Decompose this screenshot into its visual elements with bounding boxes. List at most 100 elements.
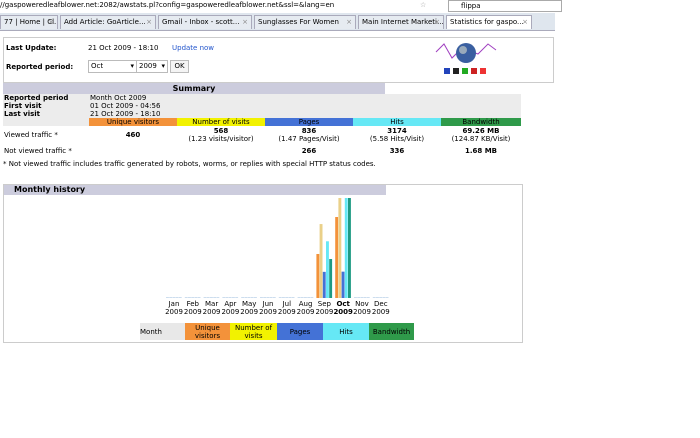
month-name: Oct (336, 300, 350, 308)
bar-bandwidth-dec (385, 297, 389, 298)
bar-unique-mar (203, 297, 207, 298)
month-label: Sep 2009 (314, 300, 334, 316)
month-year: 2009 (183, 308, 202, 316)
month-label: Jun 2009 (258, 300, 278, 316)
bar-unique-may (241, 297, 245, 298)
bar-unique-jun (260, 297, 263, 298)
bar-bandwidth-mar (216, 297, 220, 298)
month-label: Jul 2009 (277, 300, 297, 316)
bar-pages-jan (172, 297, 176, 298)
month-year: 2009 (165, 308, 183, 316)
bar-hits-dec (382, 297, 386, 298)
legend-item: Month (140, 323, 185, 340)
month-name: Feb (186, 300, 199, 308)
month-name: May (241, 300, 257, 308)
bar-visits-may (244, 297, 248, 298)
legend-item: Bandwidth (369, 323, 414, 340)
bar-hits-oct (344, 198, 348, 298)
bar-pages-may (247, 297, 251, 298)
month-year: 2009 (277, 308, 296, 316)
bar-hits-aug (307, 297, 311, 298)
bar-unique-oct (335, 217, 339, 298)
bar-unique-jul (278, 297, 282, 298)
bar-pages-jun (266, 297, 270, 298)
bar-visits-jan (169, 297, 173, 298)
month-label: Feb 2009 (183, 300, 203, 316)
month-year: 2009 (259, 308, 277, 316)
bar-hits-may (250, 297, 254, 298)
bar-visits-mar (206, 297, 210, 298)
month-label: Mar 2009 (202, 300, 222, 316)
bar-hits-apr (232, 297, 235, 298)
bar-pages-feb (191, 297, 195, 298)
bar-unique-sep (316, 253, 320, 298)
bar-unique-apr (222, 297, 226, 298)
month-year: 2009 (353, 308, 371, 316)
bar-bandwidth-jul (291, 297, 295, 298)
bar-unique-jan (166, 297, 169, 298)
bar-bandwidth-sep (329, 259, 333, 298)
month-year: 2009 (221, 308, 240, 316)
bar-bandwidth-jan (178, 297, 182, 298)
month-name: Jun (262, 300, 274, 308)
bar-unique-aug (297, 297, 301, 298)
bar-visits-oct (338, 198, 342, 298)
bar-unique-feb (184, 297, 188, 298)
bar-pages-aug (304, 297, 307, 298)
legend-item: Unique visitors (185, 323, 230, 340)
month-label: Oct 2009 (333, 300, 353, 316)
bar-unique-nov (354, 297, 357, 298)
bar-hits-jun (269, 297, 273, 298)
bar-hits-mar (213, 297, 217, 298)
month-name: Sep (317, 300, 331, 308)
bar-pages-dec (379, 297, 383, 298)
bar-bandwidth-feb (197, 297, 201, 298)
bar-hits-nov (363, 297, 367, 298)
month-name: Jan (168, 300, 180, 308)
bar-pages-jul (285, 297, 289, 298)
bar-visits-nov (357, 297, 361, 298)
bar-visits-aug (300, 297, 304, 298)
bar-visits-feb (188, 297, 191, 298)
month-year: 2009 (333, 308, 353, 316)
bar-visits-apr (225, 297, 229, 298)
bar-bandwidth-jun (272, 297, 276, 298)
bar-pages-apr (228, 297, 232, 298)
legend-item: Hits (323, 323, 369, 340)
month-name: Apr (224, 300, 237, 308)
month-name: Dec (374, 300, 388, 308)
bar-bandwidth-aug (310, 297, 314, 298)
month-year: 2009 (296, 308, 315, 316)
bar-hits-sep (326, 241, 329, 298)
bar-pages-sep (322, 271, 326, 298)
month-year: 2009 (202, 308, 221, 316)
bar-hits-feb (194, 297, 198, 298)
month-label: Jan 2009 (164, 300, 184, 316)
bar-hits-jan (175, 297, 179, 298)
month-label: Dec 2009 (371, 300, 391, 316)
month-name: Jul (282, 300, 292, 308)
month-label: May 2009 (239, 300, 259, 316)
bar-unique-dec (372, 297, 376, 298)
bar-pages-nov (360, 297, 364, 298)
legend-item: Pages (277, 323, 323, 340)
month-name: Aug (298, 300, 313, 308)
month-year: 2009 (315, 308, 334, 316)
monthly-history-chart (166, 198, 389, 298)
month-label: Nov 2009 (352, 300, 372, 316)
bar-visits-jul (282, 297, 285, 298)
month-label: Apr 2009 (220, 300, 240, 316)
bar-bandwidth-nov (366, 297, 370, 298)
bar-bandwidth-may (254, 297, 257, 298)
month-label: Aug 2009 (296, 300, 316, 316)
month-name: Nov (355, 300, 369, 308)
bar-bandwidth-apr (235, 297, 239, 298)
legend-item: Number of visits (230, 323, 277, 340)
bar-pages-mar (210, 297, 213, 298)
month-name: Mar (204, 300, 219, 308)
bar-visits-jun (263, 297, 267, 298)
bar-bandwidth-oct (348, 198, 351, 298)
month-year: 2009 (371, 308, 390, 316)
bar-pages-oct (341, 271, 345, 298)
bar-hits-jul (288, 297, 292, 298)
